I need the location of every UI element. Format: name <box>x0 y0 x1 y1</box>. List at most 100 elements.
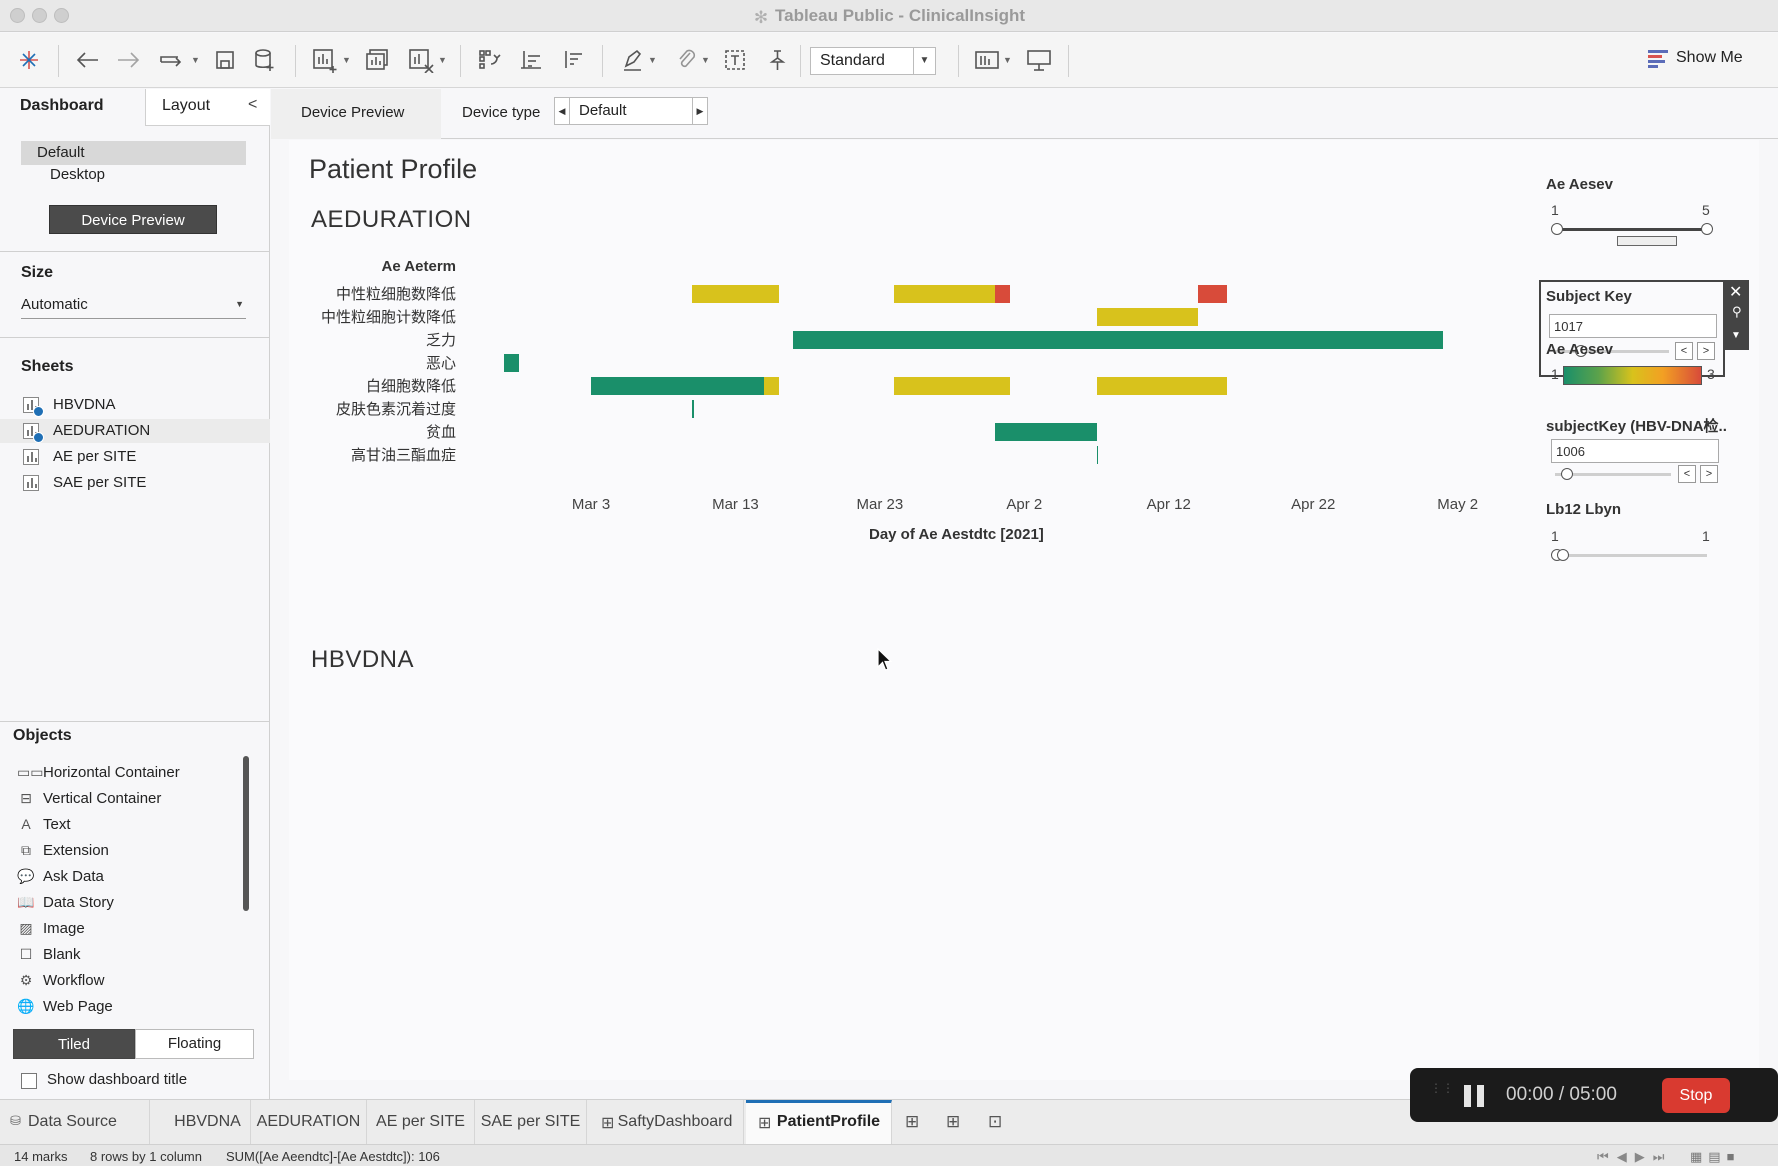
object-blank[interactable]: ☐ Blank <box>0 943 250 967</box>
save-icon[interactable] <box>210 45 240 75</box>
view-toggle-icon[interactable]: ▦▤■ <box>1690 1149 1740 1165</box>
tab-label: PatientProfile <box>776 1113 881 1130</box>
close-icon[interactable]: ✕ <box>1729 282 1742 302</box>
object-vertical-container[interactable]: ⊟ Vertical Container <box>0 787 250 811</box>
new-dashboard-tab-icon[interactable]: ⊞ <box>946 1112 968 1134</box>
tab-dashboard[interactable]: Dashboard <box>0 89 145 125</box>
pause-icon[interactable] <box>1464 1085 1486 1107</box>
new-story-tab-icon[interactable]: ⊡ <box>988 1112 1010 1134</box>
gantt-bar[interactable] <box>995 423 1097 441</box>
device-type-select[interactable]: ◀ Default ▶ <box>554 96 982 126</box>
previous-value-button[interactable]: < <box>1678 465 1696 483</box>
workflow-icon: ⚙ <box>19 972 33 988</box>
pin-icon[interactable]: ⚲ <box>1732 304 1742 320</box>
device-default[interactable]: Default <box>21 141 246 165</box>
next-arrow-icon[interactable]: ▶ <box>692 97 708 125</box>
size-select[interactable]: Automatic ▼ <box>21 293 246 319</box>
fix-axes-icon[interactable] <box>762 45 792 75</box>
previous-arrow-icon[interactable]: ◀ <box>554 97 570 125</box>
gantt-bar[interactable] <box>692 285 779 303</box>
tiled-toggle[interactable]: Tiled <box>13 1029 135 1059</box>
view-size-select[interactable]: Standard ▼ <box>810 47 936 75</box>
gantt-bar[interactable] <box>793 331 1444 349</box>
redo-icon[interactable] <box>114 45 144 75</box>
object-ask-data[interactable]: 💬 Ask Data <box>0 865 250 889</box>
sheet-item-aeduration[interactable]: AEDURATION <box>0 419 270 443</box>
previous-value-button[interactable]: < <box>1675 342 1693 360</box>
sort-ascending-icon[interactable] <box>516 45 546 75</box>
gantt-bar[interactable] <box>764 377 779 395</box>
tab-sae-per-site[interactable]: SAE per SITE <box>475 1100 587 1145</box>
object-text[interactable]: A Text <box>0 813 250 837</box>
subject-key-hbv-input[interactable]: 1006 <box>1551 439 1719 463</box>
sheets-section-title: Sheets <box>21 358 74 375</box>
object-data-story[interactable]: 📖 Data Story <box>0 891 250 915</box>
clear-sheet-icon[interactable]: ▼ <box>402 45 452 75</box>
x-tick-label: Mar 3 <box>571 496 611 513</box>
subject-key-hbv-handle[interactable] <box>1561 468 1573 480</box>
next-value-button[interactable]: > <box>1697 342 1715 360</box>
drag-handle[interactable] <box>1617 236 1677 246</box>
gantt-bar[interactable] <box>1197 285 1227 303</box>
sheet-item-sae-per-site[interactable]: SAE per SITE <box>0 471 270 495</box>
undo-icon[interactable] <box>72 45 102 75</box>
presentation-mode-icon[interactable] <box>1024 45 1054 75</box>
next-value-button[interactable]: > <box>1700 465 1718 483</box>
tableau-logo-icon[interactable] <box>16 45 42 75</box>
collapse-panel-icon[interactable]: < <box>248 96 257 114</box>
sheet-item-hbvdna[interactable]: HBVDNA <box>0 393 270 417</box>
new-worksheet-tab-icon[interactable]: ⊞ <box>905 1112 927 1134</box>
y-category-label: 中性粒细胞数降低 <box>335 286 456 303</box>
drag-grip-icon[interactable]: ⋮⋮ <box>1430 1082 1454 1105</box>
gantt-bar[interactable] <box>1096 446 1099 464</box>
duplicate-sheet-icon[interactable] <box>362 45 392 75</box>
tab-patient-profile[interactable]: ⊞ PatientProfile <box>746 1100 892 1145</box>
object-web-page[interactable]: 🌐 Web Page <box>0 995 250 1019</box>
new-data-source-icon[interactable] <box>250 45 280 75</box>
show-cards-icon[interactable]: ▼ <box>970 45 1016 75</box>
group-members-icon[interactable]: ▼ <box>668 45 718 75</box>
gantt-bar[interactable] <box>894 285 996 303</box>
gantt-bar[interactable] <box>591 377 765 395</box>
floating-toggle[interactable]: Floating <box>135 1029 254 1059</box>
new-worksheet-icon[interactable]: ▼ <box>306 45 356 75</box>
subject-key-filter[interactable]: Subject Key 1017 < > <box>1539 280 1725 377</box>
highlight-icon[interactable]: ▼ <box>614 45 664 75</box>
gantt-chart[interactable] <box>461 283 1501 464</box>
object-workflow[interactable]: ⚙ Workflow <box>0 969 250 993</box>
sheet-item-ae-per-site[interactable]: AE per SITE <box>0 445 270 469</box>
device-preview-tab[interactable]: Device Preview <box>271 89 441 139</box>
object-extension[interactable]: ⧉ Extension <box>0 839 250 863</box>
lb12-max-handle[interactable] <box>1557 549 1569 561</box>
sheet-navigation-icon[interactable]: ⏮◀▶⏭ <box>1597 1149 1672 1165</box>
tab-aeduration[interactable]: AEDURATION <box>251 1100 367 1145</box>
replay-icon[interactable]: ▼ <box>154 45 204 75</box>
sort-descending-icon[interactable] <box>558 45 588 75</box>
gantt-bar[interactable] <box>894 377 1010 395</box>
gantt-bar[interactable] <box>1096 377 1227 395</box>
swap-rows-columns-icon[interactable] <box>474 45 504 75</box>
tab-ae-per-site[interactable]: AE per SITE <box>367 1100 475 1145</box>
tab-data-source[interactable]: ⛁ Data Source <box>0 1100 150 1145</box>
gantt-bar[interactable] <box>692 400 694 418</box>
lb12-slider[interactable] <box>1555 554 1707 557</box>
show-me-button[interactable]: Show Me <box>1648 49 1743 68</box>
stop-recording-button[interactable]: Stop <box>1662 1078 1730 1113</box>
object-horizontal-container[interactable]: ▭▭ Horizontal Container <box>0 761 250 785</box>
show-mark-labels-icon[interactable] <box>720 45 750 75</box>
device-desktop[interactable]: Desktop <box>50 166 105 183</box>
objects-scrollbar[interactable] <box>243 756 249 911</box>
ae-aesev-slider[interactable] <box>1555 228 1707 231</box>
show-title-checkbox[interactable] <box>21 1073 37 1089</box>
gantt-bar[interactable] <box>504 354 519 372</box>
ae-aesev-max-handle[interactable] <box>1701 223 1713 235</box>
ae-aesev-min-handle[interactable] <box>1551 223 1563 235</box>
gantt-bar[interactable] <box>1096 308 1198 326</box>
device-preview-button[interactable]: Device Preview <box>49 205 217 234</box>
object-image[interactable]: ▨ Image <box>0 917 250 941</box>
subject-key-input[interactable]: 1017 <box>1549 314 1717 338</box>
tab-safty-dashboard[interactable]: ⊞ SaftyDashboard <box>587 1100 744 1145</box>
gantt-bar[interactable] <box>995 285 1010 303</box>
tab-hbvdna[interactable]: HBVDNA <box>165 1100 251 1145</box>
chevron-down-icon[interactable]: ▼ <box>1731 330 1741 341</box>
